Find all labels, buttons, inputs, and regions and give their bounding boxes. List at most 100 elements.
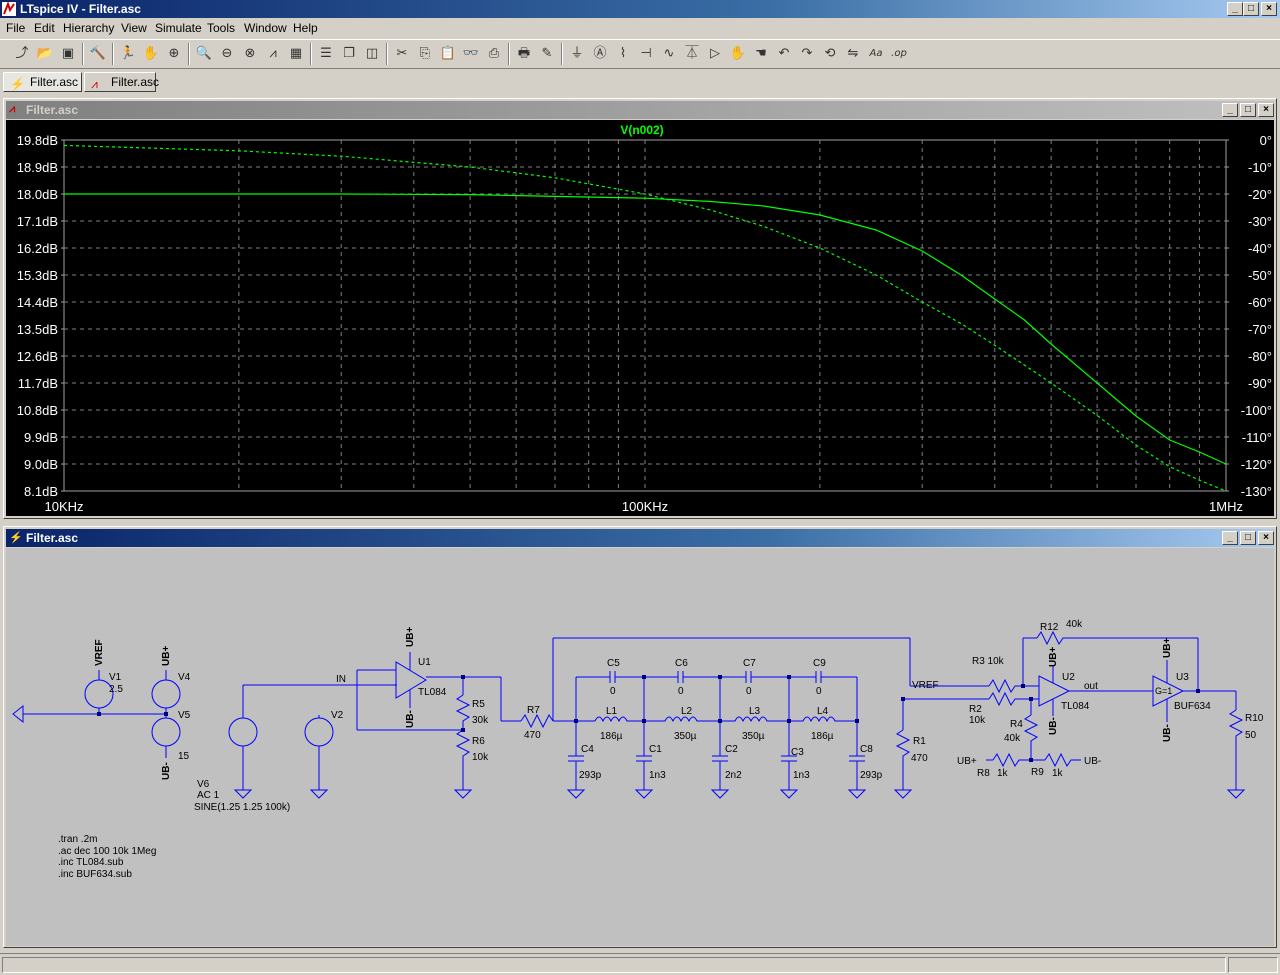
y-left-tick-label: 18.9dB [17,160,58,175]
minimize-button[interactable]: _ [1227,2,1243,16]
u2-ub-minus-label: UB- [1048,717,1059,735]
label-c1: C1 [649,744,662,755]
y-right-tick-label: -70° [1248,322,1272,337]
label-net-icon[interactable]: Ⓐ [590,44,610,64]
status-panel [1228,957,1278,973]
halt-icon[interactable]: ✋ [141,44,161,64]
y-left-tick-label: 9.0dB [24,457,58,472]
minimize-button[interactable]: _ [1222,103,1238,117]
label-r7-value: 470 [524,730,541,741]
label-c6-value: 0 [678,686,684,697]
y-right-tick-label: -20° [1248,187,1272,202]
print-icon[interactable]: 🖶 [514,44,534,64]
autorange-icon[interactable]: ⩘ [263,44,283,64]
directive-tran[interactable]: .tran .2m [58,834,97,845]
tile-vertical-icon[interactable]: ◫ [362,44,382,64]
x-tick-label: 1MHz [1209,499,1243,514]
paste-icon[interactable]: 📋 [438,44,458,64]
y-left-tick-label: 15.3dB [17,268,58,283]
zoom-in-icon[interactable]: ⊕ [164,44,184,64]
redo-icon[interactable]: ↷ [797,44,817,64]
close-button[interactable]: × [1258,531,1274,545]
label-v1: V1 [109,672,122,683]
tab-schematic[interactable]: ⚡ Filter.asc [3,72,82,92]
control-panel-icon[interactable]: 🔨 [88,44,108,64]
label-v6-sine: SINE(1.25 1.25 100k) [194,802,290,813]
label-r6: R6 [472,736,485,747]
menu-edit[interactable]: Edit [34,21,55,35]
undo-icon[interactable]: ↶ [774,44,794,64]
menu-window[interactable]: Window [244,21,287,35]
maximize-button[interactable]: □ [1243,2,1259,16]
minimize-button[interactable]: _ [1222,531,1238,545]
directive-ac[interactable]: .ac dec 100 10k 1Meg [58,846,156,857]
print-setup-icon[interactable]: ⎙ [484,44,504,64]
label-r8-value: 1k [997,768,1009,779]
maximize-button[interactable]: □ [1240,531,1256,545]
rotate-icon[interactable]: ⟲ [820,44,840,64]
label-c6: C6 [675,658,688,669]
menu-file[interactable]: File [6,21,25,35]
waveform-window[interactable]: ⩘ Filter.asc _ □ × 19.8dB 18.9dB 18.0dB 17.… [3,98,1277,519]
menu-hierarchy[interactable]: Hierarchy [63,21,114,35]
label-l2: L2 [681,706,693,717]
zoom-cancel-icon[interactable]: ⊗ [240,44,260,64]
schematic-icon: ⚡ [10,77,25,91]
waveform-window-caption[interactable]: ⩘ Filter.asc _ □ × [6,101,1274,119]
y-left-tick-label: 18.0dB [17,187,58,202]
ltspice-app-icon [2,1,16,16]
bode-plot[interactable]: 19.8dB 18.9dB 18.0dB 17.1dB 16.2dB 15.3dB 14.4… [6,120,1274,516]
plot-trace-title[interactable]: V(n002) [620,123,663,137]
draw-wire-icon[interactable]: ✎ [537,44,557,64]
mirror-icon[interactable]: ⇋ [843,44,863,64]
zoom-out-icon[interactable]: ⊖ [217,44,237,64]
schematic-window-caption[interactable]: ⚡ Filter.asc _ □ × [6,529,1274,547]
u3-ub-minus-label: UB- [1162,724,1173,742]
directive-inc-tl084[interactable]: .inc TL084.sub [58,857,124,868]
menu-view[interactable]: View [121,21,147,35]
maximize-button[interactable]: □ [1240,103,1256,117]
label-v4: V4 [178,672,191,683]
menu-simulate[interactable]: Simulate [155,21,202,35]
tab-waveform[interactable]: ⩘ Filter.asc [84,72,159,92]
move-icon[interactable]: ✋ [728,44,748,64]
run-icon[interactable]: 🏃 [118,44,138,64]
app-title-bar[interactable]: LTspice IV - Filter.asc _ □ × [0,0,1280,18]
directive-inc-buf634[interactable]: .inc BUF634.sub [58,869,132,880]
close-button[interactable]: × [1261,2,1277,16]
spice-directive-icon[interactable]: .op [889,44,909,64]
text-icon[interactable]: Aa [866,44,886,64]
menu-tools[interactable]: Tools [207,21,235,35]
inductor-icon[interactable]: ∿ [659,44,679,64]
schematic-background [6,548,1274,946]
component-icon[interactable]: ▷ [705,44,725,64]
label-v5: V5 [178,710,191,721]
drag-icon[interactable]: ☚ [751,44,771,64]
new-schematic-icon[interactable]: ⤴ [12,44,32,64]
u2-ub-plus-label: UB+ [1048,647,1059,667]
save-icon[interactable]: ▣ [58,44,78,64]
label-r2: R2 [969,704,982,715]
y-left-tick-label: 19.8dB [17,133,58,148]
menu-help[interactable]: Help [293,21,318,35]
tile-horizontal-icon[interactable]: ☰ [316,44,336,64]
label-r9: R9 [1031,767,1044,778]
find-icon[interactable]: 👓 [461,44,481,64]
open-icon[interactable]: 📂 [35,44,55,64]
cascade-icon[interactable]: ❐ [339,44,359,64]
copy-icon[interactable]: ⎘ [415,44,435,64]
y-right-tick-label: -30° [1248,214,1272,229]
cut-icon[interactable]: ✂ [392,44,412,64]
schematic-window[interactable]: ⚡ Filter.asc _ □ × VREF V1 2.5 UB+ V4 V5… [3,526,1277,948]
diode-icon[interactable]: ⏄ [682,44,702,64]
schematic-canvas[interactable]: VREF V1 2.5 UB+ V4 V5 15 UB- V2 V6 AC 1 … [6,548,1274,946]
zoom-pan-icon[interactable]: 🔍 [194,44,214,64]
ground-icon[interactable]: ⏚ [567,44,587,64]
capacitor-icon[interactable]: ⊣ [636,44,656,64]
close-button[interactable]: × [1258,103,1274,117]
toolbar-separator [112,43,114,65]
resistor-icon[interactable]: ⌇ [613,44,633,64]
x-tick-label: 10KHz [44,499,83,514]
waveform-grid-icon[interactable]: ▦ [286,44,306,64]
toolbar-separator [561,43,563,65]
